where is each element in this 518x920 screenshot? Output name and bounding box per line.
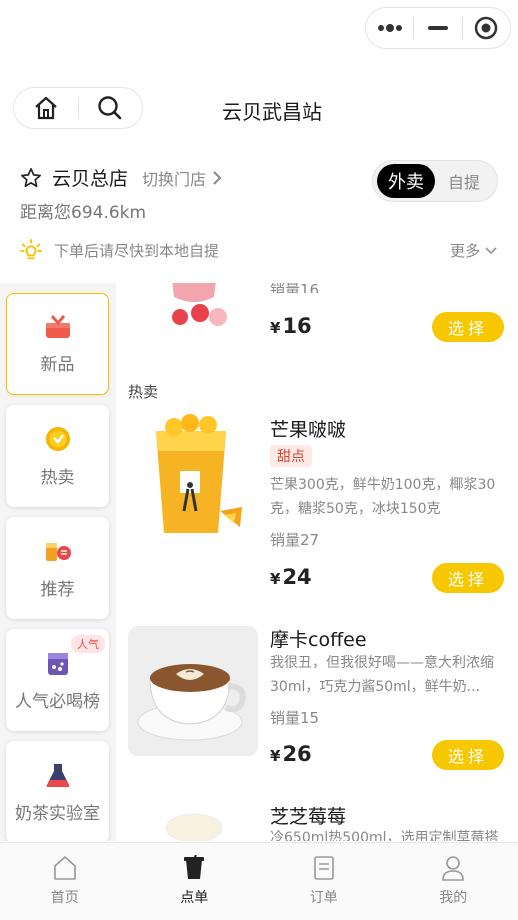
product-image[interactable] (128, 283, 258, 343)
section-title-hot: 热卖 (128, 383, 159, 401)
tab-home[interactable]: 首页 (0, 843, 130, 920)
product-name: 芒果啵啵 (270, 419, 347, 441)
category-item-popular[interactable]: 人气 人气必喝榜 (6, 629, 109, 731)
product-image[interactable] (128, 411, 258, 541)
category-item-new[interactable]: 新品 (6, 293, 109, 395)
product-sales: 销量27 (270, 531, 320, 549)
product-name: 芝芝莓莓 (270, 806, 347, 828)
chevron-right-icon (213, 170, 222, 185)
store-distance: 距离您694.6km (20, 203, 147, 223)
product-name: 摩卡coffee (270, 629, 367, 651)
coffee-cup-image (137, 664, 246, 741)
category-item-hot[interactable]: 热卖 (6, 405, 109, 507)
tab-label: 点单 (180, 890, 209, 906)
product-desc: 冷650ml热500ml，选用定制草莓搭 (270, 830, 499, 841)
product-price: ¥16 (270, 314, 312, 338)
user-icon (442, 856, 465, 881)
page-title: 云贝武昌站 (222, 100, 322, 124)
store-name: 云贝总店 (52, 168, 129, 190)
notice-text: 下单后请尽快到本地自提 (54, 241, 220, 260)
product-sales: 销量16 (270, 283, 320, 293)
order-cup-icon (184, 855, 205, 879)
tab-label: 我的 (439, 890, 468, 906)
delivery-mode-toggle: 外卖 自提 (372, 160, 498, 202)
switch-store-link[interactable]: 切换门店 (142, 166, 224, 190)
switch-store-label: 切换门店 (142, 169, 207, 189)
category-label: 人气必喝榜 (15, 691, 100, 712)
mode-delivery-button[interactable]: 外卖 (377, 164, 435, 198)
receipt-icon (313, 856, 334, 880)
drinks-icon (45, 542, 71, 561)
coin-icon (45, 426, 70, 451)
category-label: 奶茶实验室 (15, 803, 100, 824)
category-label: 新品 (40, 354, 75, 375)
chevron-down-icon (485, 246, 497, 254)
category-label: 热卖 (40, 467, 75, 488)
select-button[interactable]: 选择 (432, 312, 504, 342)
star-icon[interactable] (20, 167, 42, 189)
category-item-lab[interactable]: 奶茶实验室 (6, 741, 109, 841)
capsule-menu (365, 7, 511, 49)
minimize-icon[interactable] (414, 8, 461, 48)
popular-badge: 人气 (71, 635, 105, 653)
product-image[interactable] (128, 626, 258, 756)
mango-drink-image (156, 414, 242, 533)
bulb-icon (20, 239, 42, 260)
gift-icon (45, 314, 70, 338)
more-label: 更多 (450, 242, 481, 260)
product-price: ¥24 (270, 565, 312, 589)
close-target-icon[interactable] (463, 8, 510, 48)
notice-bar: 下单后请尽快到本地自提 (20, 239, 219, 261)
category-item-recommend[interactable]: 推荐 (6, 517, 109, 619)
product-sales: 销量15 (270, 709, 320, 727)
category-sidebar: 新品 热卖 推荐 人气 人气必喝榜 奶茶实验室 (0, 283, 116, 841)
product-tag: 甜点 (270, 445, 312, 467)
tab-orders[interactable]: 订单 (259, 843, 389, 920)
tab-label: 订单 (309, 890, 338, 906)
store-row: 云贝总店 切换门店 (20, 164, 224, 191)
flask-icon (46, 763, 69, 787)
product-image[interactable] (128, 804, 258, 841)
more-dots-icon[interactable] (366, 8, 413, 48)
cup-icon (47, 652, 68, 675)
more-button[interactable]: 更多 (450, 240, 498, 261)
product-list: 销量16 ¥16 选择 热卖 芒果啵啵 甜点 芒果300克，鲜牛奶100克，椰浆… (116, 283, 518, 841)
bottom-tab-bar: 首页 点单 订单 我的 (0, 842, 518, 920)
product-price: ¥26 (270, 742, 312, 766)
home-icon (53, 856, 76, 880)
select-button[interactable]: 选择 (432, 563, 504, 593)
tab-label: 首页 (50, 890, 79, 906)
tab-mine[interactable]: 我的 (389, 843, 518, 920)
mode-pickup-button[interactable]: 自提 (435, 164, 493, 198)
tab-order[interactable]: 点单 (130, 843, 260, 920)
product-desc: 我很丑，但我很好喝——意大利浓缩30ml，巧克力酱50ml，鲜牛奶... (270, 655, 494, 695)
category-label: 推荐 (40, 579, 75, 600)
product-desc: 芒果300克，鲜牛奶100克，椰浆30克，糖浆50克，冰块150克 (270, 477, 496, 517)
select-button[interactable]: 选择 (432, 740, 504, 770)
